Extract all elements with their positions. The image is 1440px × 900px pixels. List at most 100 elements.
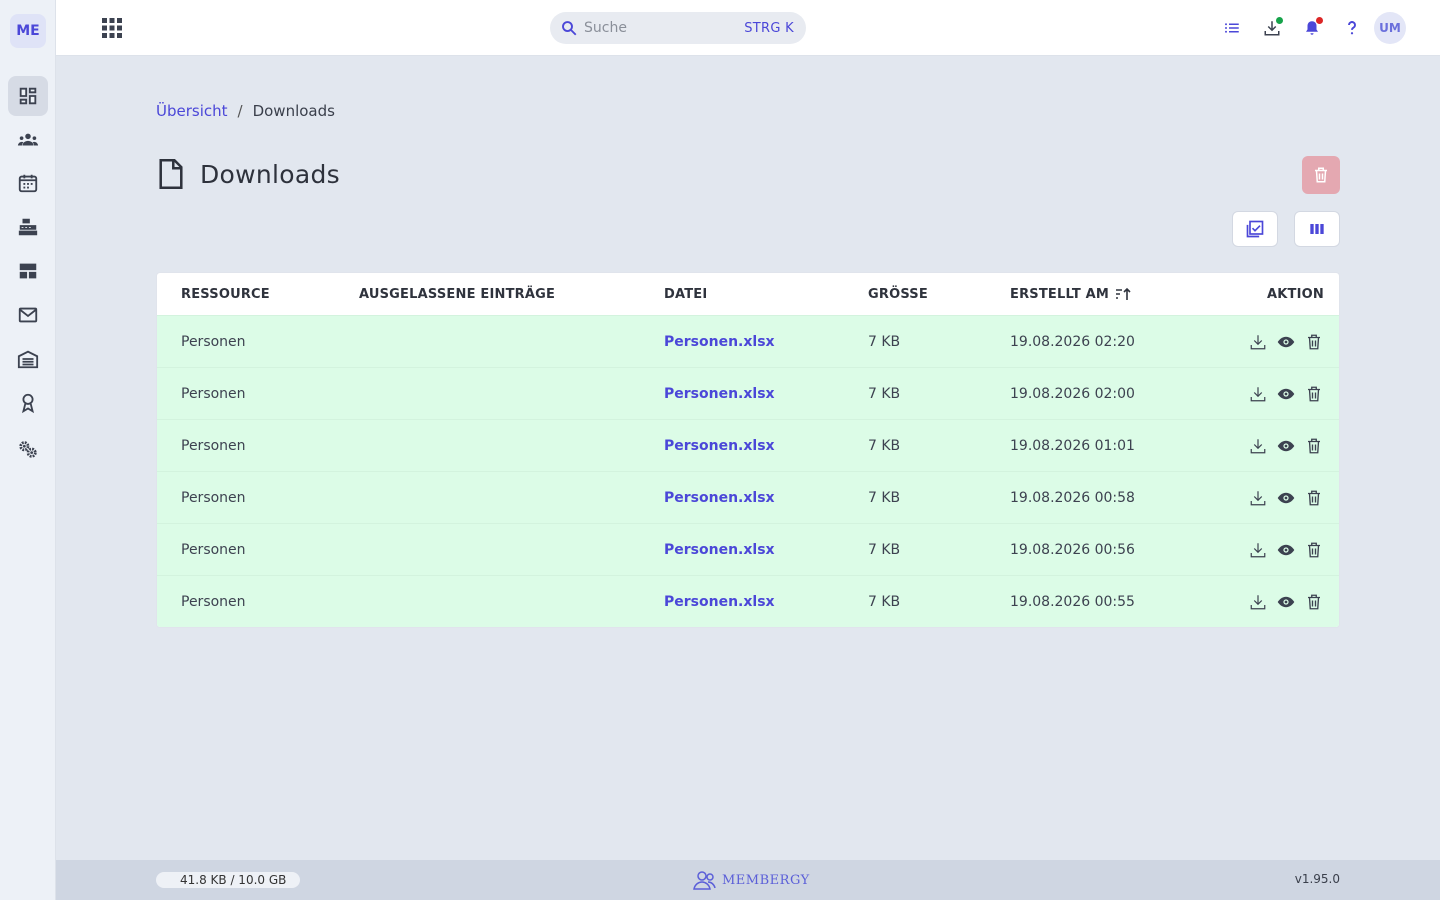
cell-resource: Personen (181, 333, 246, 350)
row-actions (1249, 541, 1323, 559)
columns-button[interactable] (1294, 211, 1340, 247)
eye-icon (1277, 440, 1295, 451)
select-mode-button[interactable] (1232, 211, 1278, 247)
sidebar-item-mail[interactable] (8, 295, 48, 335)
cell-size: 7 KB (868, 385, 901, 402)
header-resource[interactable]: RESSOURCE (181, 287, 270, 302)
calendar-icon (18, 174, 38, 193)
file-link[interactable]: Personen.xlsx (664, 542, 775, 558)
sort-ascending-icon[interactable] (1115, 287, 1131, 301)
cell-created-at: 19.08.2026 00:56 (1010, 541, 1135, 558)
download-button[interactable] (1249, 541, 1267, 559)
mail-icon (18, 307, 38, 323)
row-actions (1249, 333, 1323, 351)
cash-register-icon (18, 218, 38, 236)
cell-resource: Personen (181, 437, 246, 454)
footer: 41.8 KB / 10.0 GB MEMBERGY v1.95.0 (56, 860, 1440, 900)
preview-button[interactable] (1277, 489, 1295, 507)
eye-icon (1277, 388, 1295, 399)
file-link[interactable]: Personen.xlsx (664, 386, 775, 402)
cell-resource: Personen (181, 489, 246, 506)
sidebar-item-dashboard[interactable] (8, 76, 48, 116)
search-box[interactable]: STRG K (550, 12, 806, 44)
cell-created-at: 19.08.2026 00:58 (1010, 489, 1135, 506)
checklist-icon (1246, 220, 1264, 238)
help-button[interactable] (1340, 16, 1364, 40)
cell-resource: Personen (181, 593, 246, 610)
apps-grid-icon[interactable] (100, 16, 124, 40)
sidebar-item-layout[interactable] (8, 251, 48, 291)
download-icon (1250, 490, 1266, 505)
download-button[interactable] (1249, 333, 1267, 351)
preview-button[interactable] (1277, 333, 1295, 351)
header-created-at-label: ERSTELLT AM (1010, 286, 1110, 302)
cell-created-at: 19.08.2026 02:20 (1010, 333, 1135, 350)
file-link[interactable]: Personen.xlsx (664, 334, 775, 350)
trash-icon (1308, 438, 1320, 453)
eye-icon (1277, 596, 1295, 607)
dashboard-icon (19, 87, 37, 105)
preview-button[interactable] (1277, 385, 1295, 403)
eye-icon (1277, 544, 1295, 555)
sidebar-item-calendar[interactable] (8, 163, 48, 203)
header-file[interactable]: DATEI (664, 287, 707, 302)
delete-button[interactable] (1305, 333, 1323, 351)
header-size[interactable]: GRÖSSE (868, 287, 928, 302)
delete-selected-button[interactable] (1302, 156, 1340, 194)
trash-icon (1315, 167, 1327, 183)
download-button[interactable] (1249, 593, 1267, 611)
sidebar-item-people[interactable] (8, 120, 48, 160)
row-actions (1249, 489, 1323, 507)
preview-button[interactable] (1277, 541, 1295, 559)
file-link[interactable]: Personen.xlsx (664, 490, 775, 506)
top-bar: STRG K UM (56, 0, 1440, 56)
sidebar-item-awards[interactable] (8, 383, 48, 423)
warehouse-icon (17, 350, 39, 369)
file-link[interactable]: Personen.xlsx (664, 438, 775, 454)
table-row: Personen Personen.xlsx 7 KB 19.08.2026 0… (157, 419, 1339, 471)
cell-size: 7 KB (868, 333, 901, 350)
task-list-button[interactable] (1220, 16, 1244, 40)
delete-button[interactable] (1305, 385, 1323, 403)
search-input[interactable] (584, 20, 745, 36)
page-header: Downloads (156, 158, 340, 190)
table-row: Personen Personen.xlsx 7 KB 19.08.2026 0… (157, 471, 1339, 523)
sidebar-item-register[interactable] (8, 207, 48, 247)
delete-button[interactable] (1305, 593, 1323, 611)
user-avatar[interactable]: UM (1374, 12, 1406, 44)
page-title: Downloads (200, 159, 340, 189)
brand-name: MEMBERGY (722, 872, 810, 888)
cell-size: 7 KB (868, 437, 901, 454)
download-indicator (1276, 17, 1283, 24)
trash-icon (1308, 542, 1320, 557)
breadcrumb-overview-link[interactable]: Übersicht (156, 102, 228, 120)
eye-icon (1277, 336, 1295, 347)
download-icon (1250, 386, 1266, 401)
trash-icon (1308, 490, 1320, 505)
preview-button[interactable] (1277, 437, 1295, 455)
app-logo[interactable]: ME (10, 14, 46, 48)
list-icon (1225, 23, 1239, 33)
sidebar-item-settings[interactable] (8, 429, 48, 469)
header-skipped-entries[interactable]: AUSGELASSENE EINTRÄGE (359, 287, 555, 302)
downloads-button[interactable] (1260, 16, 1284, 40)
header-created-at[interactable]: ERSTELLT AM (1010, 287, 1131, 302)
breadcrumb-current: Downloads (252, 102, 335, 120)
download-button[interactable] (1249, 489, 1267, 507)
layout-icon (19, 263, 37, 279)
sidebar-item-warehouse[interactable] (8, 339, 48, 379)
file-link[interactable]: Personen.xlsx (664, 594, 775, 610)
trash-icon (1308, 334, 1320, 349)
delete-button[interactable] (1305, 437, 1323, 455)
brand-people-icon (693, 871, 716, 890)
notification-indicator (1316, 17, 1323, 24)
download-button[interactable] (1249, 385, 1267, 403)
delete-button[interactable] (1305, 489, 1323, 507)
trash-icon (1308, 594, 1320, 609)
preview-button[interactable] (1277, 593, 1295, 611)
delete-button[interactable] (1305, 541, 1323, 559)
download-button[interactable] (1249, 437, 1267, 455)
download-icon (1250, 542, 1266, 557)
notifications-button[interactable] (1300, 16, 1324, 40)
brand-logo: MEMBERGY (692, 869, 810, 891)
